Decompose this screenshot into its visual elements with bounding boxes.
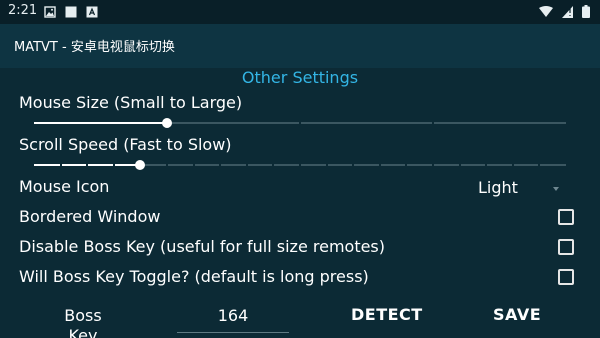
slider-tick: [352, 163, 355, 167]
scroll-speed-slider[interactable]: [34, 158, 566, 172]
font-icon: [86, 6, 98, 18]
slider-thumb[interactable]: [162, 118, 172, 128]
square-icon: [65, 6, 77, 18]
slider-tick: [378, 163, 381, 167]
slider-thumb[interactable]: [135, 160, 146, 170]
slider-tick: [112, 163, 115, 167]
status-time: 2:21: [8, 3, 38, 18]
slider-tick: [458, 163, 461, 167]
slider-tick: [299, 121, 301, 125]
save-button[interactable]: SAVE: [493, 305, 541, 324]
app-title: MATVT - 安卓电视鼠标切换: [14, 40, 175, 55]
mouse-size-label: Mouse Size (Small to Large): [19, 93, 243, 112]
slider-tick: [485, 163, 488, 167]
status-icons-right: [539, 5, 590, 18]
slider-tick: [59, 163, 62, 167]
status-bar: 2:21: [0, 0, 600, 24]
wifi-icon: [539, 5, 553, 17]
mouse-icon-label: Mouse Icon: [19, 177, 110, 196]
slider-tick: [511, 163, 514, 167]
bordered-window-checkbox[interactable]: [558, 209, 574, 225]
slider-tick: [272, 163, 275, 167]
battery-icon: [582, 5, 590, 18]
boss-key-toggle-label: Will Boss Key Toggle? (default is long p…: [19, 267, 369, 286]
slider-tick: [538, 163, 541, 167]
dropdown-arrow-icon[interactable]: [553, 187, 559, 191]
bordered-window-label: Bordered Window: [19, 207, 161, 226]
section-title: Other Settings: [241, 68, 359, 87]
disable-boss-key-checkbox[interactable]: [558, 239, 574, 255]
scroll-speed-label: Scroll Speed (Fast to Slow): [19, 135, 232, 154]
slider-tick: [432, 163, 434, 167]
mouse-size-slider[interactable]: [34, 116, 566, 130]
app-bar: MATVT - 安卓电视鼠标切换: [0, 24, 600, 68]
slider-tick: [166, 163, 168, 167]
slider-tick: [192, 163, 195, 167]
slider-tick: [299, 163, 301, 167]
slider-tick: [86, 163, 89, 167]
boss-key-input[interactable]: 164: [177, 306, 289, 332]
slider-tick: [219, 163, 222, 167]
slider-tick: [405, 163, 408, 167]
image-icon: [44, 6, 56, 18]
boss-key-label: Boss Key: [64, 306, 102, 338]
slider-tick: [432, 121, 434, 125]
slider-tick: [245, 163, 248, 167]
boss-key-toggle-checkbox[interactable]: [558, 269, 574, 285]
status-icons-left: [44, 6, 98, 18]
slider-fill: [34, 122, 167, 124]
slider-tick: [325, 163, 328, 167]
detect-button[interactable]: DETECT: [351, 305, 423, 324]
disable-boss-key-label: Disable Boss Key (useful for full size r…: [19, 237, 386, 256]
signal-icon: [562, 5, 573, 18]
mouse-icon-select[interactable]: Light: [478, 178, 518, 197]
input-underline: [177, 332, 289, 333]
